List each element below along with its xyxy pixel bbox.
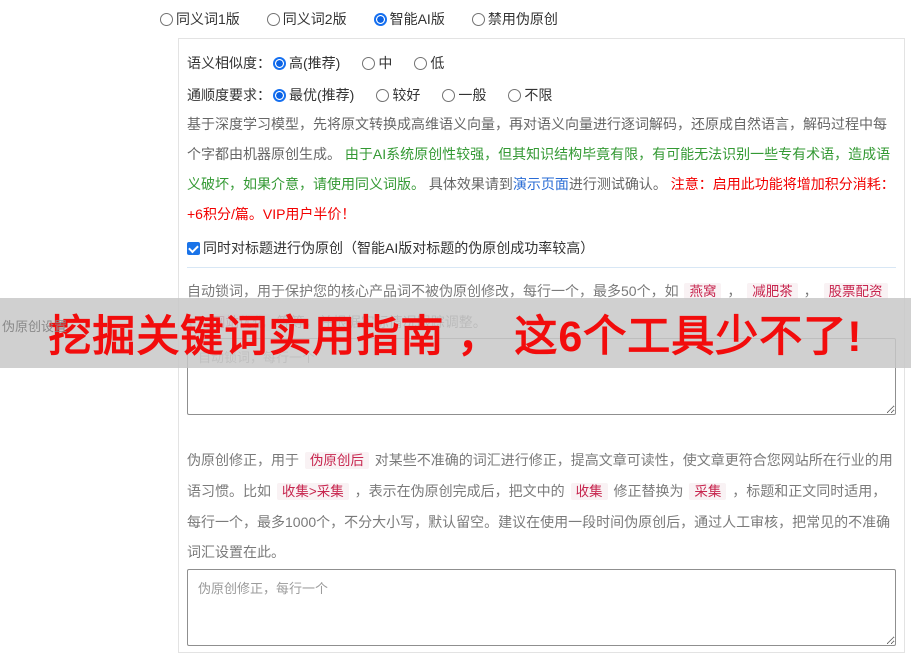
radio-option[interactable]: 一般 xyxy=(442,83,486,107)
radio-unchecked-icon[interactable] xyxy=(442,89,456,102)
text-segment: 修正替换为 xyxy=(609,483,688,499)
radio-label: 中 xyxy=(378,55,393,71)
radio-unchecked-icon[interactable] xyxy=(266,13,280,26)
radio-unchecked-icon[interactable] xyxy=(414,57,428,70)
title-pseudo-original-checkbox-row[interactable]: 同时对标题进行伪原创（智能AI版对标题的伪原创成功率较高） xyxy=(187,237,896,259)
radio-option[interactable]: 最优(推荐) xyxy=(273,83,354,107)
similarity-label: 语义相似度： xyxy=(187,55,271,71)
similarity-radio-group: 高(推荐) 中 低 xyxy=(273,55,466,71)
radio-option[interactable]: 高(推荐) xyxy=(273,51,340,75)
radio-unchecked-icon[interactable] xyxy=(160,13,173,26)
text-segment: ， xyxy=(799,283,822,299)
fluency-label: 通顺度要求： xyxy=(187,87,271,103)
banner-text: 挖掘关键词实用指南 ， 这6个工具少不了! xyxy=(48,313,863,361)
radio-label: 最优(推荐) xyxy=(289,87,355,103)
radio-option[interactable]: 智能AI版 xyxy=(373,9,445,29)
radio-label: 禁用伪原创 xyxy=(487,11,558,27)
radio-label: 低 xyxy=(430,55,445,71)
text-segment: ，表示在伪原创完成后，把文中的 xyxy=(350,483,569,499)
radio-label: 一般 xyxy=(458,87,487,103)
radio-option[interactable]: 禁用伪原创 xyxy=(471,9,558,29)
radio-checked-icon[interactable] xyxy=(273,89,286,102)
demo-page-link[interactable]: 演示页面 xyxy=(513,176,569,192)
ai-mode-description: 基于深度学习模型，先将原文转换成高维语义向量，再对语义向量进行逐词解码，还原成自… xyxy=(187,109,896,229)
fluency-row: 通顺度要求： 最优(推荐) 较好 一般 不限 xyxy=(187,83,896,107)
radio-label: 同义词2版 xyxy=(282,11,347,27)
radio-checked-icon[interactable] xyxy=(273,57,286,70)
radio-option[interactable]: 同义词2版 xyxy=(266,9,347,29)
version-radio-group: 同义词1版 同义词2版 智能AI版 禁用伪原创 xyxy=(160,9,585,29)
radio-unchecked-icon[interactable] xyxy=(376,89,390,102)
radio-unchecked-icon[interactable] xyxy=(508,89,522,102)
form-row-label: 伪原创设置 xyxy=(2,319,68,334)
overlay-banner: 挖掘关键词实用指南 ， 这6个工具少不了! xyxy=(0,298,911,368)
keyword-chip: 伪原创后 xyxy=(304,452,369,469)
radio-unchecked-icon[interactable] xyxy=(471,13,485,26)
keyword-chip: 采集 xyxy=(689,483,727,500)
fluency-radio-group: 最优(推荐) 较好 一般 不限 xyxy=(273,87,574,103)
checkbox-label: 同时对标题进行伪原创（智能AI版对标题的伪原创成功率较高） xyxy=(203,240,595,256)
similarity-row: 语义相似度： 高(推荐) 中 低 xyxy=(187,51,896,75)
radio-option[interactable]: 同义词1版 xyxy=(160,9,240,29)
radio-option[interactable]: 不限 xyxy=(508,83,552,107)
text-segment: 伪原创修正，用于 xyxy=(187,452,303,468)
radio-unchecked-icon[interactable] xyxy=(362,57,376,70)
page: 同义词1版 同义词2版 智能AI版 禁用伪原创 语义相似度： 高(推荐) 中 低 通顺度要求… xyxy=(0,0,911,658)
radio-option[interactable]: 低 xyxy=(414,51,444,75)
radio-label: 智能AI版 xyxy=(389,11,445,27)
radio-checked-icon[interactable] xyxy=(373,13,387,26)
section-divider xyxy=(187,267,896,268)
radio-option[interactable]: 中 xyxy=(362,51,392,75)
radio-option[interactable]: 较好 xyxy=(376,83,420,107)
correction-textarea[interactable] xyxy=(187,569,896,646)
radio-label: 较好 xyxy=(392,87,421,103)
keyword-chip: 收集>采集 xyxy=(276,483,349,500)
radio-label: 不限 xyxy=(524,87,553,103)
text-segment: ， xyxy=(723,283,746,299)
correction-help-text: 伪原创修正，用于 伪原创后 对某些不准确的词汇进行修正，提高文章可读性，使文章更… xyxy=(187,445,896,567)
text-segment: 自动锁词，用于保护您的核心产品词不被伪原创修改，每行一个，最多50个，如 xyxy=(187,283,683,299)
keyword-chip: 收集 xyxy=(570,483,608,500)
text-segment: 进行测试确认。 xyxy=(568,176,671,192)
radio-label: 同义词1版 xyxy=(176,11,240,27)
text-segment: 具体效果请到 xyxy=(425,176,513,192)
checkbox-checked-icon[interactable] xyxy=(187,242,200,255)
radio-label: 高(推荐) xyxy=(289,55,341,71)
